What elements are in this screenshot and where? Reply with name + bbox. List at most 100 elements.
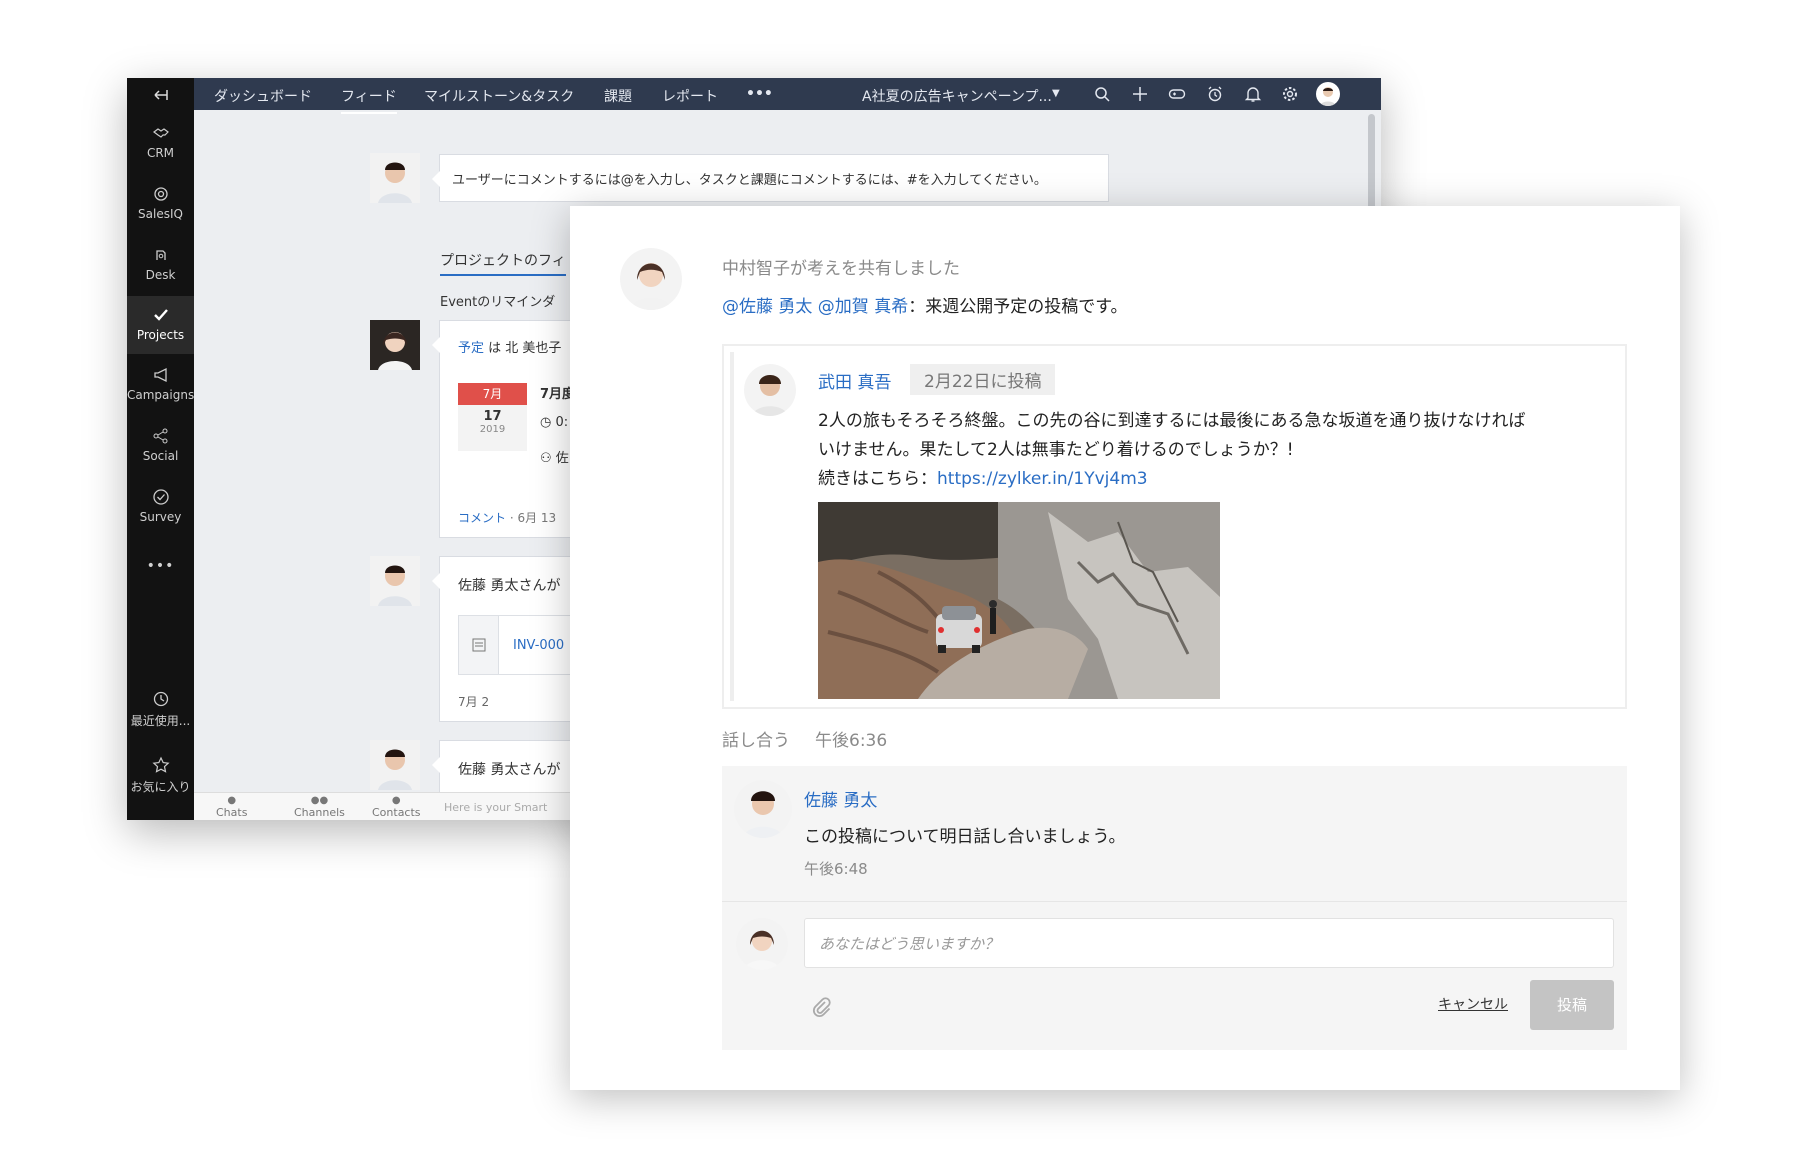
avatar [370,320,420,370]
calendar-month: 7月 [458,383,527,405]
discuss-label: 話し合う [722,731,790,751]
sidebar-item-label: Desk [145,268,176,282]
calendar-day: 17 [483,409,502,424]
checkmark-icon [153,309,168,321]
sidebar-item-survey[interactable]: Survey [127,484,194,539]
shared-post: 武田 真吾 2月22日に投稿 2人の旅もそろそろ終盤。この先の谷に到達するには最… [722,344,1627,709]
discuss-time: 午後6:36 [815,731,888,751]
channels-label: Channels [294,806,345,819]
woman-avatar-icon [630,263,672,310]
sidebar-item-label: SalesIQ [138,207,183,221]
man-avatar-icon [378,162,412,203]
tab-dashboard[interactable]: ダッシュボード [214,86,312,106]
post-header: 中村智子が考えを共有しました [722,259,960,279]
person-icon: ⚇ [540,451,552,466]
sidebar-more-button[interactable]: ••• [127,558,194,574]
event-link[interactable]: 予定 [458,341,484,356]
back-arrow-icon [153,90,168,100]
man-avatar-icon [752,375,788,416]
sidebar: CRM SalesIQ Desk Projects Campaigns Soci… [127,78,194,820]
shared-post-url[interactable]: https://zylker.in/1Yvj4m3 [937,469,1148,489]
add-icon[interactable] [1131,85,1149,103]
comment-time: 午後6:48 [804,860,868,878]
shared-author-avatar [744,364,796,416]
shared-post-date: 2月22日に投稿 [910,364,1056,395]
chat-icon: ● [227,795,237,806]
megaphone-icon [153,367,167,383]
avatar [370,153,420,203]
chats-button[interactable]: ● Chats [216,795,247,820]
contacts-label: Contacts [372,806,421,819]
sidebar-item-social[interactable]: Social [127,423,194,478]
reply-input[interactable]: あなたはどう思いますか？ [804,918,1614,968]
contact-icon: ● [391,795,401,806]
post-detail-panel: 中村智子が考えを共有しました @佐藤 勇太 @加賀 真希：来週公開予定の投稿です… [570,206,1680,1090]
commenter-name[interactable]: 佐藤 勇太 [804,786,877,811]
calendar-date-tile: 7月 17 2019 [458,383,527,451]
reply-placeholder: あなたはどう思いますか？ [819,935,1000,953]
gamepad-icon[interactable] [1168,85,1186,103]
gear-icon[interactable] [1281,85,1299,103]
sidebar-item-crm[interactable]: CRM [127,120,194,175]
sidebar-item-campaigns[interactable]: Campaigns [127,362,194,417]
calendar-year: 2019 [479,424,506,435]
smart-chat-input[interactable]: Here is your Smart [444,801,547,814]
shared-post-line1: 2人の旅もそろそろ終盤。この先の谷に到達するには最後にある急な坂道を通り抜けなけ… [818,411,1526,431]
survey-icon [152,489,169,505]
tab-feed[interactable]: フィード [341,86,397,114]
mention-links[interactable]: @佐藤 勇太 @加賀 真希 [722,297,908,317]
project-selector[interactable]: A社夏の広告キャンペーンプ... [862,86,1052,106]
sidebar-item-label: Social [142,449,179,463]
channels-icon: ●● [310,795,329,806]
woman-avatar-icon [744,930,780,970]
user-avatar[interactable] [1316,82,1340,106]
tab-issues[interactable]: 課題 [604,86,632,106]
tab-milestones-tasks[interactable]: マイルストーン&タスク [424,86,574,106]
invoice-card-text: 佐藤 勇太さんが [458,578,561,594]
sidebar-item-salesiq[interactable]: SalesIQ [127,181,194,236]
shared-author-name[interactable]: 武田 真吾 [818,368,891,393]
more-tabs-button[interactable]: ••• [746,86,773,102]
tab-reports[interactable]: レポート [662,86,718,106]
post-message: ：来週公開予定の投稿です。 [908,297,1128,317]
paperclip-icon[interactable] [810,996,832,1018]
sidebar-item-favorites[interactable]: お気に入り [127,756,194,811]
comment-prompt-box[interactable]: ユーザーにコメントするには@を入力し、タスクと課題にコメントするには、#を入力し… [432,154,1109,202]
star-icon [151,756,170,773]
post-button[interactable]: 投稿 [1530,980,1614,1030]
search-icon[interactable] [1093,85,1111,103]
avatar [370,556,420,606]
poster-avatar [620,248,682,310]
road-photo[interactable] [818,502,1220,699]
scrollbar[interactable] [1368,114,1375,214]
invoice-date: 7月 2 [458,695,490,709]
comment-text: この投稿について明日話し合いましょう。 [804,827,1126,847]
contacts-button[interactable]: ● Contacts [372,795,421,820]
sidebar-item-label: お気に入り [130,780,191,794]
comment-prompt-text: ユーザーにコメントするには@を入力し、タスクと課題にコメントするには、#を入力し… [452,173,1047,188]
sidebar-item-label: Projects [136,328,185,342]
sidebar-item-label: Campaigns [127,388,195,402]
tab-project-feed[interactable]: プロジェクトのフィ [440,250,566,276]
desk-icon [155,250,166,260]
comment-link[interactable]: コメント [458,511,506,525]
invoice-link[interactable]: INV-000 [513,638,564,653]
top-navigation-bar: ダッシュボード フィード マイルストーン&タスク 課題 レポート ••• A社夏… [194,78,1381,114]
channels-button[interactable]: ●● Channels [294,795,345,820]
alarm-clock-icon[interactable] [1206,85,1224,103]
salesiq-icon [153,187,168,201]
sidebar-item-projects[interactable]: Projects [127,296,194,354]
event-time: 0: [555,415,569,430]
sidebar-item-label: CRM [146,146,175,160]
user-avatar-icon [1320,87,1336,106]
divider [722,901,1627,902]
avatar [370,740,420,790]
cancel-button[interactable]: キャンセル [1438,994,1508,1014]
document-icon [472,638,486,652]
back-arrow-button[interactable] [127,86,194,104]
sidebar-item-desk[interactable]: Desk [127,242,194,297]
chevron-down-icon[interactable]: ▼ [1052,88,1060,99]
sidebar-item-recent[interactable]: 最近使用... [127,690,194,745]
bell-icon[interactable] [1244,85,1262,103]
event-date: · 6月 13 [509,511,557,525]
